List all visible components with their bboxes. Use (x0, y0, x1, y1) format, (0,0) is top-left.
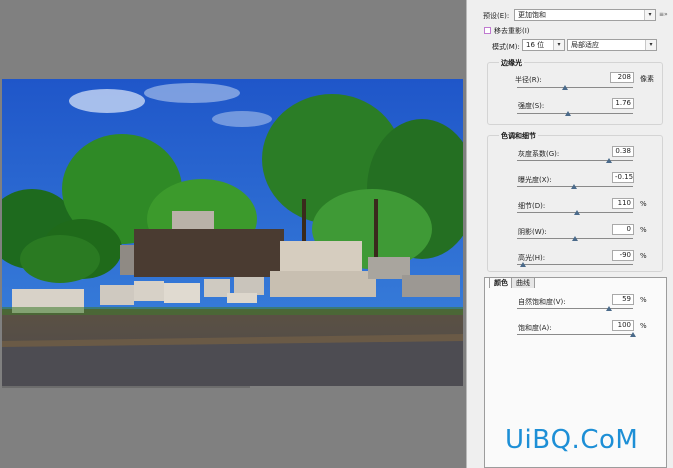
slider-thumb[interactable] (605, 158, 612, 163)
slider-thumb[interactable] (605, 306, 612, 311)
preview-area (0, 0, 466, 468)
saturation-field[interactable]: 100 (612, 320, 634, 331)
chevron-down-icon[interactable]: ▾ (644, 10, 655, 20)
slider-track (517, 264, 633, 265)
slider-track (517, 113, 633, 114)
slider-thumb[interactable] (565, 111, 572, 116)
site-watermark: UiBQ.CoM (505, 425, 639, 455)
mode-label: 模式(M): (492, 43, 520, 51)
saturation-slider[interactable] (517, 332, 636, 338)
strength-slider[interactable] (517, 111, 633, 117)
vibrance-unit: % (640, 296, 647, 304)
exposure-field[interactable]: -0.15 (612, 172, 634, 183)
vibrance-slider[interactable] (517, 306, 633, 312)
detail-field[interactable]: 110 (612, 198, 634, 209)
photo-scene (2, 79, 463, 386)
preview-bottom-edge (2, 386, 250, 388)
slider-track (517, 308, 633, 309)
slider-thumb[interactable] (519, 262, 526, 267)
radius-slider[interactable] (517, 85, 633, 91)
slider-thumb[interactable] (561, 85, 568, 90)
detail-slider[interactable] (517, 210, 633, 216)
tone-detail-group (487, 135, 663, 272)
strength-label: 强度(S): (518, 102, 545, 110)
tab-curve[interactable]: 曲线 (511, 277, 535, 288)
method-select[interactable]: 局部适应 ▾ (567, 39, 657, 51)
bit-depth-value: 16 位 (526, 41, 545, 49)
radius-label: 半径(R): (515, 76, 542, 84)
remove-ghost-label: 移去重影(I) (494, 27, 530, 35)
saturation-unit: % (640, 322, 647, 330)
gamma-field[interactable]: 0.38 (612, 146, 634, 157)
preset-label: 预设(E): (483, 12, 510, 20)
slider-thumb[interactable] (574, 210, 581, 215)
bit-depth-select[interactable]: 16 位 ▾ (522, 39, 565, 51)
gamma-slider[interactable] (517, 158, 633, 164)
highlight-slider[interactable] (517, 262, 633, 268)
highlight-field[interactable]: -90 (612, 250, 634, 261)
remove-ghost-checkbox[interactable] (484, 27, 491, 34)
strength-field[interactable]: 1.76 (612, 98, 634, 109)
tone-detail-title: 色调和细节 (499, 131, 538, 141)
preset-select[interactable]: 更加饱和 ▾ (514, 9, 656, 21)
edge-glow-title: 边缘光 (499, 58, 524, 68)
method-value: 局部适应 (571, 41, 599, 49)
highlight-unit: % (640, 252, 647, 260)
shadow-field[interactable]: 0 (612, 224, 634, 235)
exposure-slider[interactable] (517, 184, 633, 190)
chevron-down-icon[interactable]: ▾ (645, 40, 656, 50)
shadow-unit: % (640, 226, 647, 234)
hdr-preview-image[interactable] (2, 79, 463, 386)
preset-value: 更加饱和 (518, 11, 546, 19)
slider-thumb[interactable] (630, 332, 636, 337)
vibrance-field[interactable]: 59 (612, 294, 634, 305)
detail-unit: % (640, 200, 647, 208)
radius-field[interactable]: 208 (610, 72, 634, 83)
slider-track (517, 160, 633, 161)
shadow-slider[interactable] (517, 236, 633, 242)
slider-thumb[interactable] (572, 236, 578, 241)
radius-unit: 像素 (640, 75, 654, 83)
tab-color[interactable]: 颜色 (489, 277, 513, 288)
chevron-down-icon[interactable]: ▾ (553, 40, 564, 50)
slider-thumb[interactable] (570, 184, 577, 189)
slider-track (517, 87, 633, 88)
menu-icon[interactable]: ≡» (659, 11, 668, 18)
slider-track (517, 334, 633, 335)
